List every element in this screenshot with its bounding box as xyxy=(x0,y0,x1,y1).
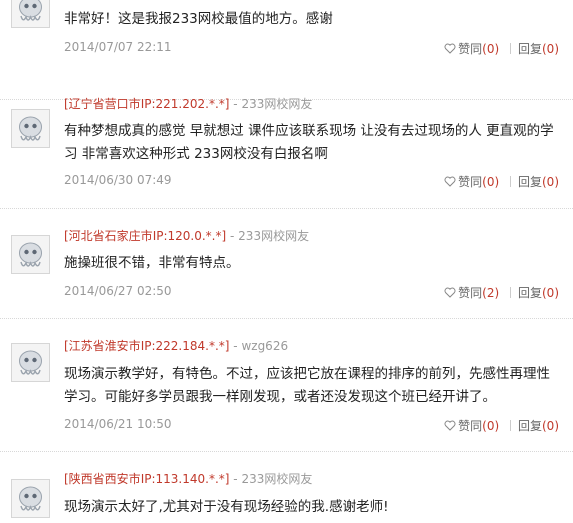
user-name: wzg626 xyxy=(241,339,289,353)
comment-date: 2014/07/07 22:11 xyxy=(64,40,172,54)
comment-item: 非常好！这是我报233网校最值的地方。感谢 2014/07/07 22:11 赞… xyxy=(0,0,573,100)
like-label: 赞同 xyxy=(458,419,483,433)
like-button[interactable]: 赞同(0) xyxy=(444,419,503,433)
default-user-avatar-icon xyxy=(12,110,49,147)
comment-text: 施操班很不错，非常有特点。 xyxy=(64,255,240,271)
comment-item: [辽宁省营口市IP:221.202.*.*] - 233网校网友 有种梦想成真的… xyxy=(0,97,573,209)
comment-text: 现场演示太好了,尤其对于没有现场经验的我.感谢老师! xyxy=(64,499,389,515)
meta-separator: - xyxy=(230,229,235,243)
comment-text: 现场演示教学好，有特色。不过，应该把它放在课程的排序的前列，先感性再理性学习。可… xyxy=(64,366,550,405)
reply-label: 回复 xyxy=(517,286,542,300)
divider xyxy=(509,287,511,298)
heart-icon xyxy=(444,43,456,54)
like-button[interactable]: 赞同(0) xyxy=(444,42,503,56)
location-text: [河北省石家庄市 xyxy=(64,229,153,243)
default-user-avatar-icon xyxy=(12,236,49,273)
comment-date: 2014/06/30 07:49 xyxy=(64,173,172,187)
location-text: [陕西省西安市 xyxy=(64,472,141,486)
comment-actions: 赞同(2) 回复(0) xyxy=(444,284,559,301)
comment-actions: 赞同(0) 回复(0) xyxy=(444,173,559,190)
reply-count: (0) xyxy=(542,175,559,189)
comment-date: 2014/06/21 10:50 xyxy=(64,417,172,431)
like-count: (0) xyxy=(482,175,500,189)
like-button[interactable]: 赞同(2) xyxy=(444,286,503,300)
default-user-avatar-icon xyxy=(12,480,49,517)
divider xyxy=(509,43,511,54)
reply-button[interactable]: 回复(0) xyxy=(518,286,559,300)
reply-label: 回复 xyxy=(517,42,542,56)
comment-actions: 赞同(0) 回复(0) xyxy=(444,40,559,57)
reply-count: (0) xyxy=(542,286,559,300)
comment-item: [河北省石家庄市IP:120.0.*.*] - 233网校网友 施操班很不错，非… xyxy=(0,208,573,319)
comment-footer: 2014/06/21 10:50 赞同(0) 回复(0) xyxy=(64,417,559,433)
user-name: 233网校网友 xyxy=(241,97,313,111)
comment-footer: 2014/06/27 02:50 赞同(2) 回复(0) xyxy=(64,284,559,300)
comment-footer: 2014/06/30 07:49 赞同(0) 回复(0) xyxy=(64,173,559,189)
comment-meta: [河北省石家庄市IP:120.0.*.*] - 233网校网友 xyxy=(64,227,309,244)
user-location: [辽宁省营口市IP:221.202.*.*] xyxy=(64,97,229,111)
default-user-avatar-icon xyxy=(12,0,49,27)
user-avatar xyxy=(11,479,50,518)
like-count: (0) xyxy=(482,42,500,56)
comment-item: [江苏省淮安市IP:222.184.*.*] - wzg626 现场演示教学好，… xyxy=(0,318,573,452)
comment-list: 非常好！这是我报233网校最值的地方。感谢 2014/07/07 22:11 赞… xyxy=(0,0,573,523)
heart-icon xyxy=(444,287,456,298)
ip-text: IP:120.0.*.*] xyxy=(152,229,227,243)
user-location: [江苏省淮安市IP:222.184.*.*] xyxy=(64,339,229,353)
comment-text: 非常好！这是我报233网校最值的地方。感谢 xyxy=(64,11,333,27)
comment-meta: [江苏省淮安市IP:222.184.*.*] - wzg626 xyxy=(64,337,288,354)
like-count: (2) xyxy=(482,286,500,300)
ip-text: IP:222.184.*.*] xyxy=(140,339,230,353)
location-text: [江苏省淮安市 xyxy=(64,339,141,353)
reply-label: 回复 xyxy=(517,419,542,433)
location-text: [辽宁省营口市 xyxy=(64,97,141,111)
heart-icon xyxy=(444,176,456,187)
like-label: 赞同 xyxy=(458,175,483,189)
ip-text: IP:113.140.*.*] xyxy=(140,472,230,486)
meta-separator: - xyxy=(233,472,238,486)
user-location: [河北省石家庄市IP:120.0.*.*] xyxy=(64,229,226,243)
divider xyxy=(509,176,511,187)
reply-label: 回复 xyxy=(517,175,542,189)
user-avatar xyxy=(11,235,50,274)
comment-actions: 赞同(0) 回复(0) xyxy=(444,417,559,434)
comment-date: 2014/06/27 02:50 xyxy=(64,284,172,298)
user-avatar xyxy=(11,0,50,28)
user-avatar xyxy=(11,343,50,382)
user-avatar xyxy=(11,109,50,148)
meta-separator: - xyxy=(233,97,238,111)
reply-button[interactable]: 回复(0) xyxy=(518,419,559,433)
reply-count: (0) xyxy=(542,419,559,433)
comment-item: [陕西省西安市IP:113.140.*.*] - 233网校网友 现场演示太好了… xyxy=(0,451,573,523)
reply-button[interactable]: 回复(0) xyxy=(518,42,559,56)
like-count: (0) xyxy=(482,419,500,433)
comment-footer: 2014/07/07 22:11 赞同(0) 回复(0) xyxy=(64,40,559,56)
meta-separator: - xyxy=(233,339,238,353)
comment-meta: [陕西省西安市IP:113.140.*.*] - 233网校网友 xyxy=(64,470,312,487)
like-button[interactable]: 赞同(0) xyxy=(444,175,503,189)
user-name: 233网校网友 xyxy=(241,472,313,486)
ip-text: IP:221.202.*.*] xyxy=(140,97,230,111)
like-label: 赞同 xyxy=(458,286,483,300)
divider xyxy=(509,420,511,431)
default-user-avatar-icon xyxy=(12,344,49,381)
reply-button[interactable]: 回复(0) xyxy=(518,175,559,189)
comment-meta: [辽宁省营口市IP:221.202.*.*] - 233网校网友 xyxy=(64,95,312,112)
user-name: 233网校网友 xyxy=(238,229,310,243)
like-label: 赞同 xyxy=(458,42,483,56)
reply-count: (0) xyxy=(542,42,559,56)
heart-icon xyxy=(444,420,456,431)
comment-text: 有种梦想成真的感觉 早就想过 课件应该联系现场 让没有去过现场的人 更直观的学习… xyxy=(64,123,554,162)
user-location: [陕西省西安市IP:113.140.*.*] xyxy=(64,472,229,486)
